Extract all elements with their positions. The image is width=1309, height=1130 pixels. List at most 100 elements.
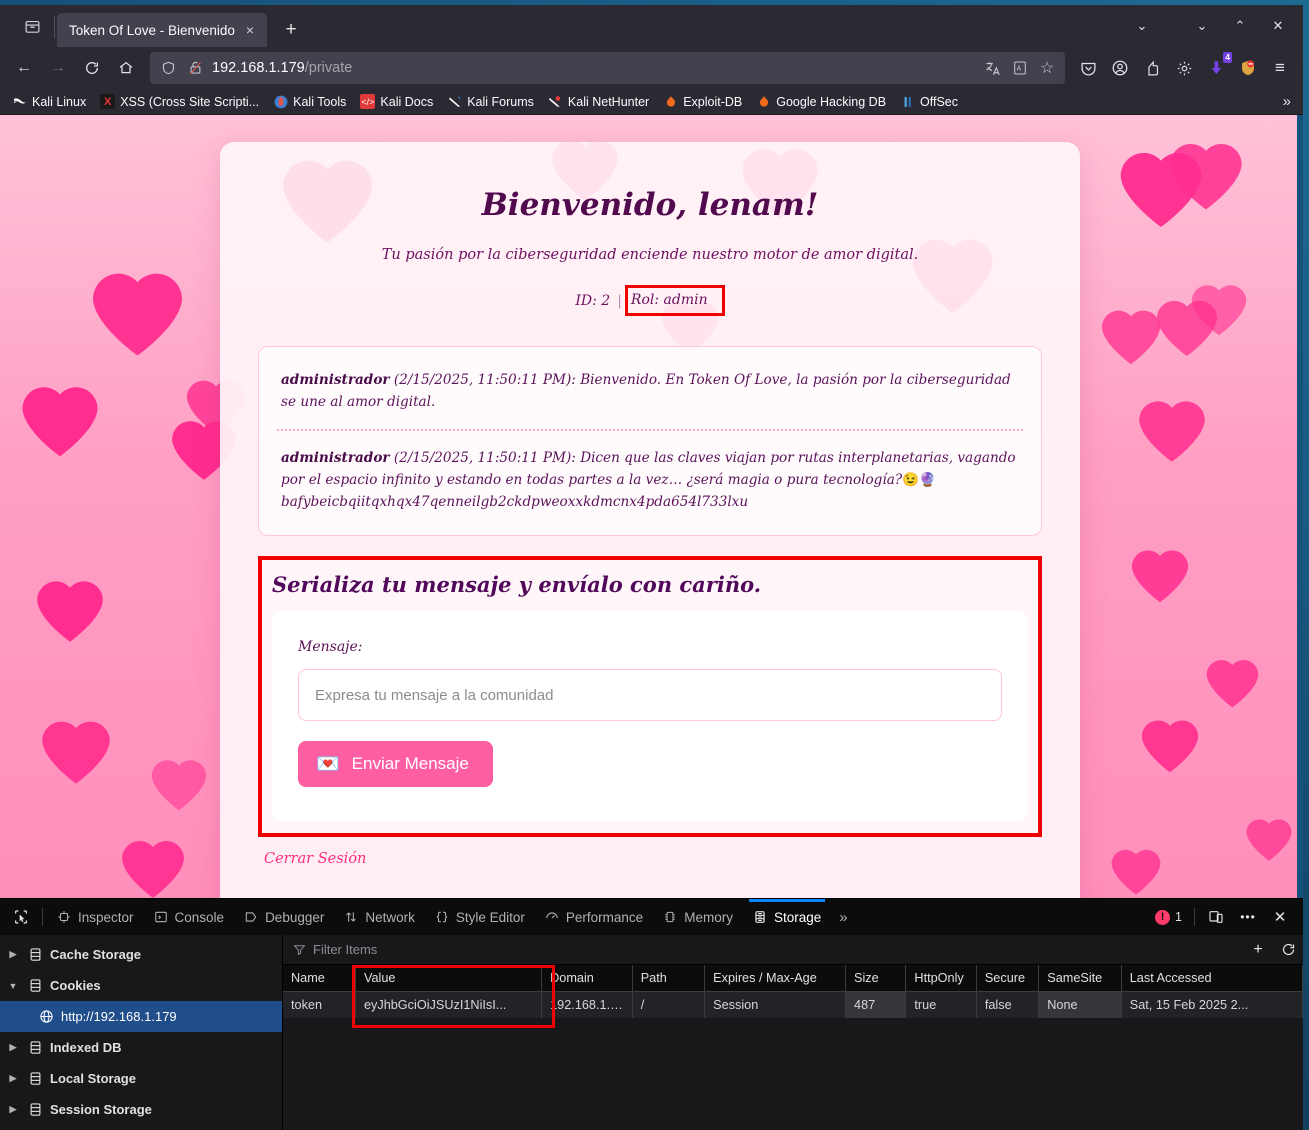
reload-button[interactable] xyxy=(76,52,108,84)
lock-broken-icon[interactable] xyxy=(185,58,205,78)
column-header-httponly[interactable]: HttpOnly xyxy=(905,965,977,992)
column-header-last-accessed[interactable]: Last Accessed xyxy=(1121,965,1303,992)
bookmark-exploit-db[interactable]: Exploit-DB xyxy=(657,92,748,111)
chevron-down-icon[interactable]: ▼ xyxy=(6,981,20,991)
bookmark-kali-nethunter[interactable]: Kali NetHunter xyxy=(542,92,655,111)
share-icon[interactable] xyxy=(1137,53,1167,83)
cell-path[interactable]: / xyxy=(632,991,706,1018)
url-text[interactable]: 192.168.1.179/private xyxy=(212,60,976,76)
new-tab-button[interactable]: + xyxy=(275,15,307,45)
send-button-label: Enviar Mensaje xyxy=(351,754,469,774)
download-icon[interactable]: 4 xyxy=(1201,52,1232,83)
toolbar-divider xyxy=(1194,908,1195,926)
gear-icon[interactable] xyxy=(1169,53,1199,83)
forward-button[interactable]: → xyxy=(42,52,74,84)
maximize-button[interactable]: ⌃ xyxy=(1221,11,1259,41)
bookmarks-overflow-icon[interactable]: » xyxy=(1283,93,1297,110)
storage-tree-item-cookies[interactable]: ▼ Cookies xyxy=(0,970,282,1001)
column-header-path[interactable]: Path xyxy=(632,965,706,992)
tab-performance[interactable]: Performance xyxy=(535,899,653,935)
column-header-domain[interactable]: Domain xyxy=(541,965,633,992)
tab-style-editor[interactable]: Style Editor xyxy=(425,899,535,935)
cell-httponly[interactable]: true xyxy=(905,991,977,1018)
cell-domain[interactable]: 192.168.1.179 xyxy=(541,991,633,1018)
column-header-name[interactable]: Name xyxy=(283,965,356,992)
heart-icon xyxy=(40,715,112,787)
bookmark-google-hacking-db[interactable]: Google Hacking DB xyxy=(750,92,892,111)
bookmark-star-icon[interactable]: ☆ xyxy=(1037,58,1057,78)
element-picker-icon[interactable] xyxy=(4,902,38,932)
close-devtools-icon[interactable]: ✕ xyxy=(1265,903,1295,931)
ublock-icon[interactable] xyxy=(1233,53,1263,83)
browser-tab[interactable]: Token Of Love - Bienvenido × xyxy=(57,13,267,47)
responsive-design-icon[interactable] xyxy=(1201,903,1231,931)
chevron-right-icon[interactable]: ▶ xyxy=(6,1042,20,1053)
logout-link[interactable]: Cerrar Sesión xyxy=(264,851,366,867)
memory-icon xyxy=(663,910,677,924)
bookmark-offsec[interactable]: OffSec xyxy=(894,92,964,111)
bookmark-kali-docs[interactable]: </> Kali Docs xyxy=(354,92,439,111)
devtools-more-tabs-icon[interactable]: » xyxy=(831,909,855,926)
cell-samesite[interactable]: None xyxy=(1038,991,1122,1018)
app-menu-icon[interactable]: ≡ xyxy=(1265,53,1295,83)
url-bar[interactable]: 192.168.1.179/private A ☆ xyxy=(150,52,1065,84)
reader-icon[interactable]: A xyxy=(1010,58,1030,78)
chevron-right-icon[interactable]: ▶ xyxy=(6,949,20,960)
error-count-badge[interactable]: ! 1 xyxy=(1155,909,1188,925)
tab-debugger[interactable]: Debugger xyxy=(234,899,334,935)
tab-inspector[interactable]: Inspector xyxy=(47,899,144,935)
storage-tree-item-session-storage[interactable]: ▶ Session Storage xyxy=(0,1094,282,1125)
refresh-items-icon[interactable] xyxy=(1273,936,1303,964)
add-item-icon[interactable]: + xyxy=(1243,936,1273,964)
devtools-menu-icon[interactable]: ••• xyxy=(1233,903,1263,931)
chevron-down-icon[interactable]: ⌄ xyxy=(1123,11,1161,41)
cell-value[interactable]: eyJhbGciOiJSUzI1NiIsI... xyxy=(355,991,543,1018)
heart-icon xyxy=(1110,845,1162,897)
tree-item-label: Cookies xyxy=(50,978,101,993)
close-window-button[interactable]: ✕ xyxy=(1259,11,1297,41)
column-header-expires[interactable]: Expires / Max-Age xyxy=(704,965,847,992)
console-icon xyxy=(154,910,168,924)
storage-tree-item-indexed-db[interactable]: ▶ Indexed DB xyxy=(0,1032,282,1063)
bookmark-label: OffSec xyxy=(920,94,959,109)
bookmark-kali-linux[interactable]: Kali Linux xyxy=(6,92,92,111)
table-row[interactable]: token eyJhbGciOiJSUzI1NiIsI... 192.168.1… xyxy=(283,991,1303,1018)
bookmark-xss[interactable]: X XSS (Cross Site Scripti... xyxy=(94,92,265,111)
column-header-secure[interactable]: Secure xyxy=(976,965,1040,992)
send-message-button[interactable]: 💌 Enviar Mensaje xyxy=(298,741,493,788)
chevron-right-icon[interactable]: ▶ xyxy=(6,1073,20,1084)
chevron-right-icon[interactable]: ▶ xyxy=(6,1104,20,1115)
account-icon[interactable] xyxy=(1105,53,1135,83)
shield-icon[interactable] xyxy=(158,58,178,78)
storage-tree-item-cookie-origin[interactable]: http://192.168.1.179 xyxy=(0,1001,282,1032)
svg-text:A: A xyxy=(1017,64,1022,73)
filter-input[interactable]: Filter Items xyxy=(313,942,1243,957)
cell-expires[interactable]: Session xyxy=(704,991,847,1018)
storage-tree-item-cache-storage[interactable]: ▶ Cache Storage xyxy=(0,939,282,970)
tab-network[interactable]: Network xyxy=(334,899,425,935)
column-header-size[interactable]: Size xyxy=(845,965,907,992)
tab-memory[interactable]: Memory xyxy=(653,899,743,935)
home-button[interactable] xyxy=(110,52,142,84)
heart-icon xyxy=(35,575,105,645)
storage-tree-item-local-storage[interactable]: ▶ Local Storage xyxy=(0,1063,282,1094)
close-icon[interactable]: × xyxy=(241,21,259,39)
cell-size[interactable]: 487 xyxy=(845,991,907,1018)
translate-icon[interactable] xyxy=(983,58,1003,78)
bookmark-kali-tools[interactable]: Kali Tools xyxy=(267,92,352,111)
bookmark-kali-forums[interactable]: Kali Forums xyxy=(441,92,540,111)
minimize-button[interactable]: ⌄ xyxy=(1183,11,1221,41)
message-input[interactable] xyxy=(298,669,1002,722)
cell-secure[interactable]: false xyxy=(976,991,1040,1018)
column-header-value[interactable]: Value xyxy=(355,965,543,992)
tab-storage[interactable]: Storage xyxy=(743,899,831,935)
bookmark-label: Kali Docs xyxy=(380,94,434,109)
pocket-icon[interactable] xyxy=(1073,53,1103,83)
column-header-samesite[interactable]: SameSite xyxy=(1038,965,1122,992)
back-button[interactable]: ← xyxy=(8,52,40,84)
tab-console[interactable]: Console xyxy=(144,899,235,935)
cell-last-accessed[interactable]: Sat, 15 Feb 2025 2... xyxy=(1121,991,1303,1018)
tab-title: Token Of Love - Bienvenido xyxy=(69,22,235,38)
list-all-tabs-icon[interactable] xyxy=(12,9,52,43)
cell-name[interactable]: token xyxy=(283,991,356,1018)
